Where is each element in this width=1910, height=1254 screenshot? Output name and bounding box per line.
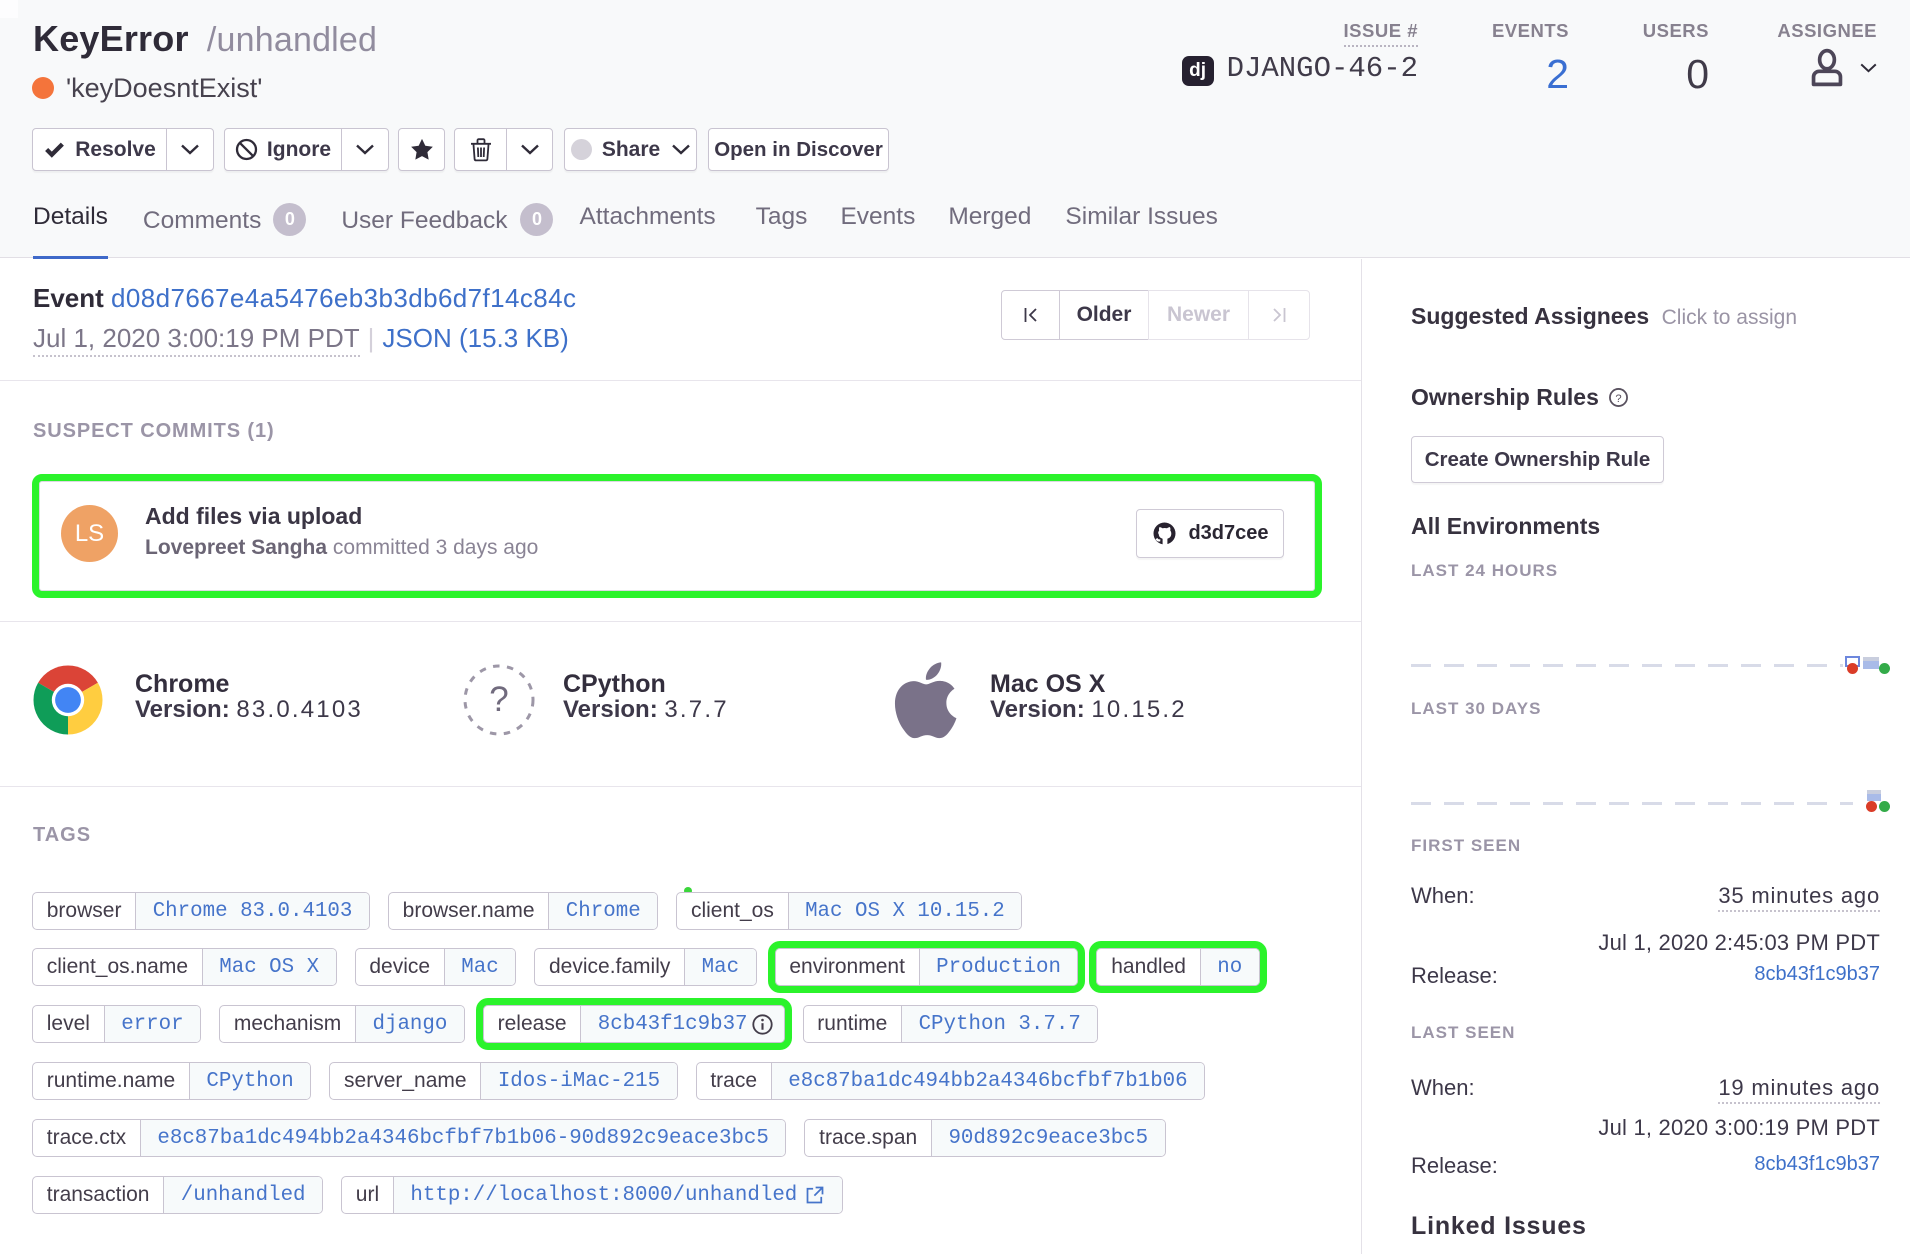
svg-text:?: ? xyxy=(1616,393,1622,405)
